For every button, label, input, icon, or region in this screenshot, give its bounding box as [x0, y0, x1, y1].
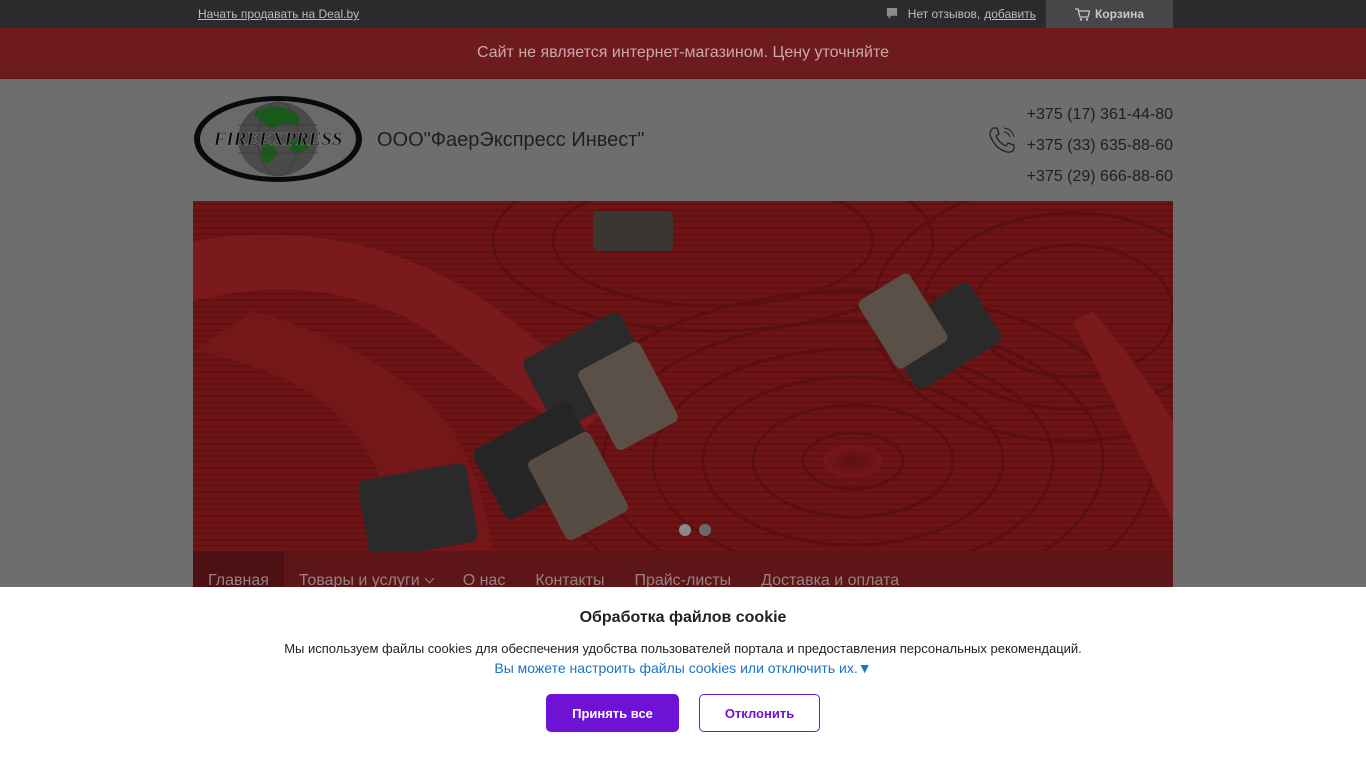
nav-item-products[interactable]: Товары и услуги — [284, 551, 448, 589]
cookie-settings-link[interactable]: Вы можете настроить файлы cookies или от… — [0, 660, 1366, 676]
cart-label: Корзина — [1094, 7, 1145, 21]
notice-banner: Сайт не является интернет-магазином. Цен… — [0, 28, 1366, 79]
site-header: FIREEXPRESS ООО"ФаерЭкспресс Инвест" +37… — [0, 79, 1366, 201]
phone-icon — [989, 127, 1015, 153]
cookie-banner: Обработка файлов cookie Мы используем фа… — [0, 587, 1366, 768]
phone-list: +375 (17) 361-44-80 +375 (33) 635-88-60 … — [1027, 99, 1173, 192]
notice-text: Сайт не является интернет-магазином. Цен… — [476, 44, 890, 61]
company-name: ООО"ФаерЭкспресс Инвест" — [377, 129, 645, 151]
start-selling-link[interactable]: Начать продавать на Deal.by — [198, 7, 359, 21]
nav-item-contacts[interactable]: Контакты — [520, 551, 619, 589]
fire-hoses-image — [193, 201, 1173, 551]
add-review-link[interactable]: добавить — [984, 7, 1036, 21]
phone-number[interactable]: +375 (17) 361-44-80 — [1027, 99, 1173, 130]
nav-item-price-lists[interactable]: Прайс-листы — [619, 551, 746, 589]
reviews-info: Нет отзывов, добавить — [886, 7, 1036, 21]
accept-all-button[interactable]: Принять все — [546, 694, 679, 732]
slider-dot[interactable] — [699, 524, 711, 536]
slider-dots — [679, 524, 711, 536]
logo-text: FIREEXPRESS — [213, 129, 343, 150]
chevron-down-icon — [424, 573, 435, 584]
nav-item-about[interactable]: О нас — [448, 551, 521, 589]
hero-slider[interactable] — [193, 201, 1173, 551]
reviews-text: Нет отзывов, — [907, 7, 981, 21]
main-nav: Главная Товары и услуги О нас Контакты П… — [193, 551, 1173, 589]
review-bubble-icon — [886, 8, 897, 20]
cart-icon — [1074, 7, 1090, 21]
cookie-text: Мы используем файлы cookies для обеспече… — [284, 641, 1082, 656]
cookie-buttons: Принять все Отклонить — [0, 694, 1366, 732]
nav-item-home[interactable]: Главная — [193, 551, 284, 589]
decline-button[interactable]: Отклонить — [699, 694, 820, 732]
phone-number[interactable]: +375 (33) 635-88-60 — [1027, 130, 1173, 161]
cart-button[interactable]: Корзина — [1046, 0, 1173, 28]
nav-item-delivery[interactable]: Доставка и оплата — [746, 551, 914, 589]
cookie-title: Обработка файлов cookie — [579, 609, 787, 626]
company-logo[interactable]: FIREEXPRESS — [193, 95, 363, 183]
topbar-right: Нет отзывов, добавить Корзина — [886, 0, 1173, 28]
phone-number[interactable]: +375 (29) 666-88-60 — [1027, 161, 1173, 192]
slider-dot[interactable] — [679, 524, 691, 536]
nav-area: Главная Товары и услуги О нас Контакты П… — [0, 551, 1366, 589]
banner-area — [0, 201, 1366, 551]
top-bar: Начать продавать на Deal.by Нет отзывов,… — [0, 0, 1366, 28]
